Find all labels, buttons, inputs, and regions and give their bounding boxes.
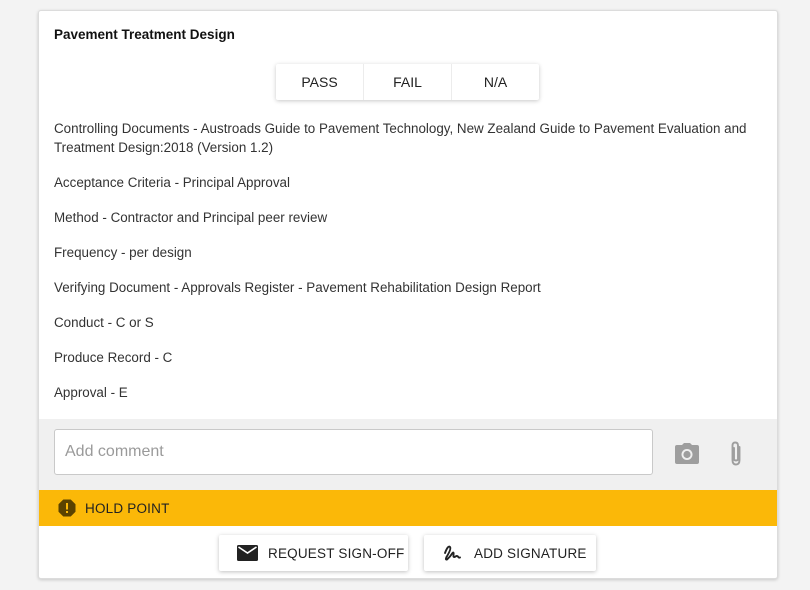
- produce-record-text: Produce Record - C: [54, 350, 173, 365]
- card-title: Pavement Treatment Design: [54, 27, 235, 42]
- hold-point-banner: HOLD POINT: [39, 490, 777, 526]
- frequency-text: Frequency - per design: [54, 245, 192, 260]
- controlling-documents-text: Controlling Documents - Austroads Guide …: [54, 121, 747, 155]
- pass-button[interactable]: PASS: [276, 64, 364, 100]
- add-signature-button[interactable]: ADD SIGNATURE: [424, 535, 596, 571]
- inspection-card: Pavement Treatment Design PASS FAIL N/A …: [38, 10, 778, 579]
- request-signoff-label: REQUEST SIGN-OFF: [268, 545, 405, 561]
- method-text: Method - Contractor and Principal peer r…: [54, 210, 328, 225]
- mail-icon: [236, 543, 258, 563]
- comment-area: [39, 419, 777, 490]
- criteria-details: Controlling Documents - Austroads Guide …: [54, 119, 754, 418]
- comment-input[interactable]: [54, 429, 653, 475]
- request-signoff-button[interactable]: REQUEST SIGN-OFF: [219, 535, 408, 571]
- paperclip-icon[interactable]: [723, 441, 749, 467]
- fail-button[interactable]: FAIL: [364, 64, 452, 100]
- alert-icon: [58, 499, 76, 517]
- acceptance-criteria-text: Acceptance Criteria - Principal Approval: [54, 175, 290, 190]
- hold-point-label: HOLD POINT: [85, 500, 170, 516]
- conduct-text: Conduct - C or S: [54, 315, 154, 330]
- verifying-document-text: Verifying Document - Approvals Register …: [54, 280, 541, 295]
- camera-icon[interactable]: [674, 441, 700, 467]
- result-toggle-group: PASS FAIL N/A: [276, 64, 539, 100]
- approval-text: Approval - E: [54, 385, 128, 400]
- add-signature-label: ADD SIGNATURE: [474, 545, 587, 561]
- signature-icon: [442, 543, 464, 563]
- na-button[interactable]: N/A: [452, 64, 539, 100]
